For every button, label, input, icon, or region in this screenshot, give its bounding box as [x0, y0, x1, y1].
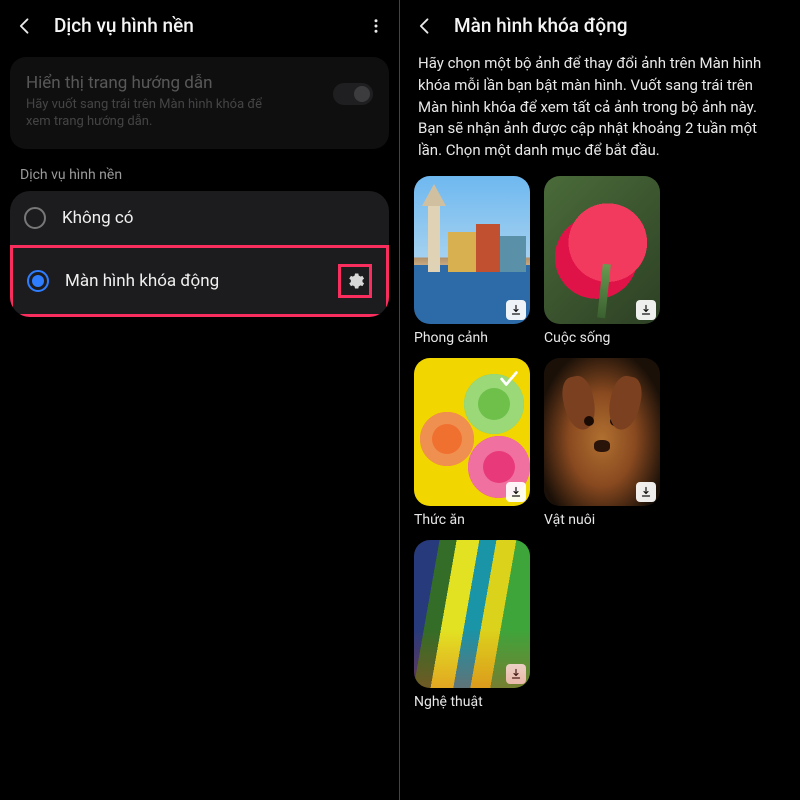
category-thumb	[544, 176, 660, 324]
category-label: Nghệ thuật	[414, 694, 530, 710]
category-pets[interactable]: Vật nuôi	[544, 358, 660, 528]
category-life[interactable]: Cuộc sống	[544, 176, 660, 346]
category-thumb	[414, 358, 530, 506]
download-icon	[636, 300, 656, 320]
option-none[interactable]: Không có	[10, 191, 389, 245]
hint-subtitle: Hãy vuốt sang trái trên Màn hình khóa để…	[26, 97, 286, 131]
page-title: Màn hình khóa động	[454, 14, 628, 37]
category-label: Cuộc sống	[544, 330, 660, 346]
back-icon[interactable]	[14, 15, 36, 37]
category-thumb	[414, 176, 530, 324]
service-options: Không có Màn hình khóa động	[10, 191, 389, 317]
category-art[interactable]: Nghệ thuật	[414, 540, 530, 710]
option-settings-button[interactable]	[338, 264, 372, 298]
option-dynamic-lockscreen[interactable]: Màn hình khóa động	[10, 245, 389, 317]
category-thumb	[414, 540, 530, 688]
download-icon	[636, 482, 656, 502]
hint-toggle[interactable]	[333, 83, 373, 105]
description-text: Hãy chọn một bộ ảnh để thay đổi ảnh trên…	[400, 51, 800, 176]
back-icon[interactable]	[414, 15, 436, 37]
header: Màn hình khóa động	[400, 0, 800, 51]
page-title: Dịch vụ hình nền	[54, 14, 194, 37]
gear-icon	[345, 271, 365, 291]
header: Dịch vụ hình nền	[0, 0, 399, 51]
category-food[interactable]: Thức ăn	[414, 358, 530, 528]
category-landscape[interactable]: Phong cảnh	[414, 176, 530, 346]
download-icon	[506, 482, 526, 502]
option-label: Màn hình khóa động	[65, 271, 219, 291]
section-label: Dịch vụ hình nền	[0, 159, 399, 191]
dynamic-lockscreen-screen: Màn hình khóa động Hãy chọn một bộ ảnh đ…	[400, 0, 800, 800]
radio-icon	[24, 207, 46, 229]
download-icon	[506, 300, 526, 320]
category-label: Thức ăn	[414, 512, 530, 528]
category-grid: Phong cảnh Cuộc sống Thức ăn	[400, 176, 800, 710]
download-icon	[506, 664, 526, 684]
check-icon	[498, 368, 520, 390]
radio-icon	[27, 270, 49, 292]
settings-wallpaper-service-screen: Dịch vụ hình nền Hiển thị trang hướng dẫ…	[0, 0, 400, 800]
more-icon[interactable]	[365, 15, 387, 37]
category-label: Vật nuôi	[544, 512, 660, 528]
category-thumb	[544, 358, 660, 506]
hint-card: Hiển thị trang hướng dẫn Hãy vuốt sang t…	[10, 57, 389, 149]
category-label: Phong cảnh	[414, 330, 530, 346]
option-label: Không có	[62, 208, 133, 228]
hint-title: Hiển thị trang hướng dẫn	[26, 73, 373, 93]
